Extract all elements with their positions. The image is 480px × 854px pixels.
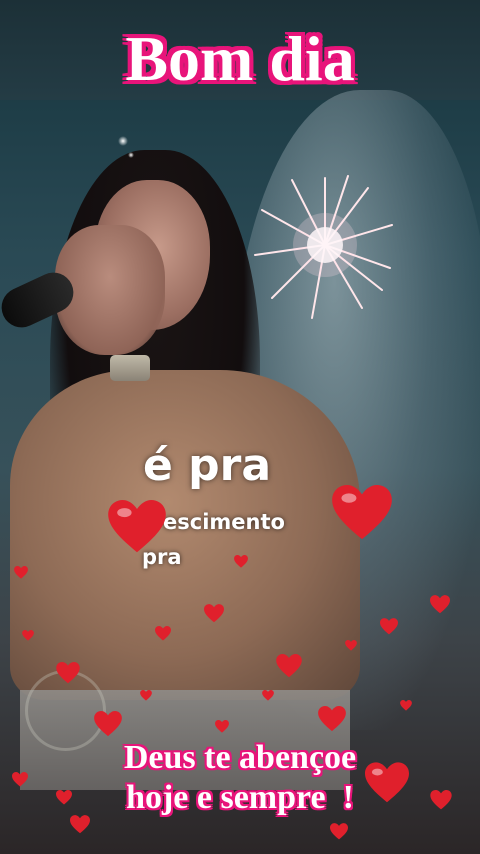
heart-icon — [380, 618, 398, 635]
heart-icon — [22, 630, 34, 641]
heart-icon — [108, 500, 166, 554]
heart-icon — [400, 700, 412, 711]
blessing-caption: Deus te abençoe hoje e sempre ! — [0, 738, 480, 818]
heart-icon — [276, 654, 302, 678]
heart-icon — [56, 662, 80, 684]
heart-icon — [330, 823, 348, 840]
firework-icon — [254, 175, 393, 319]
heart-icon — [318, 706, 346, 732]
heart-icon — [14, 566, 28, 579]
lyric-line-2: escimento — [163, 510, 285, 534]
singer-blouse — [10, 370, 360, 700]
sparkle — [118, 136, 128, 146]
blessing-line-1: Deus te abençoe — [123, 739, 357, 776]
video-frame: Bom dia é pra escimento pra Deus te aben… — [0, 0, 480, 854]
heart-icon — [262, 690, 274, 701]
heart-icon — [155, 626, 171, 641]
heart-icon — [430, 595, 450, 614]
blessing-line-2: hoje e sempre ! — [126, 779, 354, 816]
heart-icon — [204, 604, 224, 623]
lyric-main: é pra — [143, 440, 272, 491]
heart-icon — [332, 485, 392, 541]
sparkle — [128, 152, 134, 158]
heart-icon — [94, 711, 122, 737]
heart-icon — [234, 555, 248, 568]
heart-icon — [140, 690, 152, 701]
heart-icon — [345, 640, 357, 651]
greeting-title: Bom dia — [125, 23, 355, 94]
heart-icon — [215, 720, 229, 733]
watch — [110, 355, 150, 381]
